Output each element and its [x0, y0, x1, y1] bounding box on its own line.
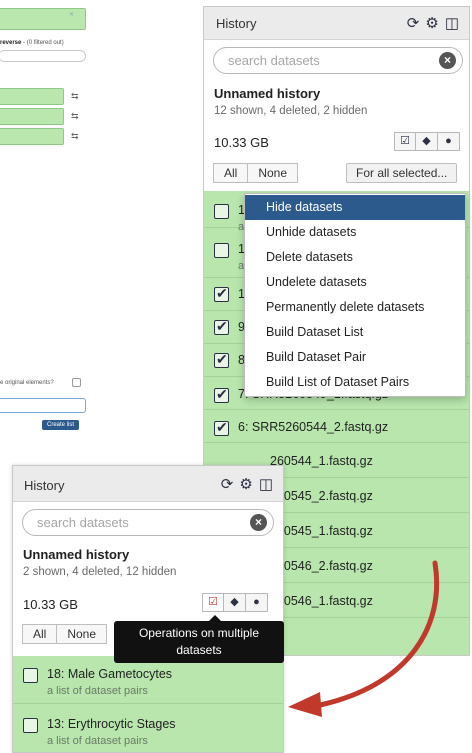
refresh-icon[interactable]: ⟳ — [221, 475, 234, 493]
header-icons: ⟳ ⚙ ◫ — [221, 475, 273, 493]
history-name[interactable]: Unnamed history — [23, 547, 129, 562]
panel-title: History — [216, 16, 257, 31]
row-checkbox[interactable] — [214, 351, 229, 368]
menu-item-undelete-datasets[interactable]: Undelete datasets — [245, 270, 465, 295]
list-item[interactable]: 18: Male Gametocytes a list of dataset p… — [13, 656, 283, 704]
row-checkbox[interactable] — [214, 204, 229, 219]
panel-header: History ⟳ ⚙ ◫ — [204, 7, 469, 40]
annotation-arrow — [288, 560, 440, 717]
comment-icon[interactable]: ● — [438, 132, 460, 151]
columns-icon[interactable]: ◫ — [259, 475, 273, 493]
menu-item-build-dataset-list[interactable]: Build Dataset List — [245, 320, 465, 345]
select-none-button[interactable]: None — [248, 163, 299, 183]
gear-icon[interactable]: ⚙ — [239, 475, 252, 493]
field-x-icon: ✕ — [69, 12, 75, 18]
refresh-icon[interactable]: ⟳ — [407, 14, 420, 32]
gear-icon[interactable]: ⚙ — [425, 14, 438, 32]
multi-ops-buttons: ☑ ◆ ● — [394, 132, 460, 151]
row-title[interactable]: 260545_1.fastq.gz — [270, 524, 373, 538]
row-checkbox[interactable] — [214, 243, 229, 258]
checkbox-icon[interactable]: ☑ — [202, 593, 224, 612]
row-title[interactable]: 13: Erythrocytic Stages — [47, 717, 176, 731]
tags-icon[interactable]: ◆ — [416, 132, 438, 151]
select-all-button[interactable]: All — [213, 163, 249, 183]
arrow-curve — [317, 560, 440, 708]
close-icon[interactable]: × — [439, 52, 456, 69]
comment-icon[interactable]: ● — [246, 593, 268, 612]
pair-field-1[interactable] — [0, 88, 64, 105]
row-checkbox[interactable] — [23, 718, 38, 733]
columns-icon[interactable]: ◫ — [445, 14, 459, 32]
close-icon[interactable]: × — [250, 514, 267, 531]
list-item[interactable]: 13: Erythrocytic Stages a list of datase… — [13, 704, 283, 752]
multi-ops-tooltip: Operations on multiple datasets — [114, 621, 284, 663]
for-all-selected-menu: Hide datasets Unhide datasets Delete dat… — [244, 193, 466, 397]
history-panel-bottom: History ⟳ ⚙ ◫ × Unnamed history 2 shown,… — [12, 465, 284, 753]
row-checkbox[interactable] — [214, 285, 229, 302]
link-icon[interactable]: ⇆ — [71, 111, 79, 122]
menu-item-build-list-of-pairs[interactable]: Build List of Dataset Pairs — [245, 370, 465, 395]
menu-item-permanently-delete[interactable]: Permanently delete datasets — [245, 295, 465, 320]
row-checkbox[interactable] — [214, 386, 229, 403]
row-checkbox[interactable] — [23, 668, 38, 683]
select-buttons: All None — [22, 624, 108, 644]
checkbox-icon[interactable]: ☑ — [394, 132, 416, 151]
header-icons: ⟳ ⚙ ◫ — [407, 14, 459, 32]
menu-item-delete-datasets[interactable]: Delete datasets — [245, 245, 465, 270]
list-item[interactable]: 6: SRR5260544_2.fastq.gz — [204, 410, 469, 443]
history-size: 10.33 GB — [214, 135, 269, 150]
pair-field-3[interactable] — [0, 128, 64, 145]
history-size: 10.33 GB — [23, 597, 78, 612]
select-all-button[interactable]: All — [22, 624, 58, 644]
dataset-list: 18: Male Gametocytes a list of dataset p… — [13, 656, 283, 752]
history-counts: 12 shown, 4 deleted, 2 hidden — [214, 105, 368, 117]
panel-header: History ⟳ ⚙ ◫ — [13, 466, 283, 502]
multi-ops-buttons: ☑ ◆ ● — [202, 593, 268, 612]
hide-original-checkbox[interactable] — [72, 378, 81, 387]
hide-original-question: e original elements? — [0, 380, 54, 386]
list-name-input[interactable] — [0, 398, 86, 413]
link-icon[interactable]: ⇆ — [71, 91, 79, 102]
create-list-button[interactable]: Create list — [42, 420, 80, 430]
menu-item-hide-datasets[interactable]: Hide datasets — [245, 195, 465, 220]
pair-field-2[interactable] — [0, 108, 64, 125]
row-title[interactable]: 260545_2.fastq.gz — [270, 489, 373, 503]
row-checkbox[interactable] — [214, 419, 229, 436]
history-counts: 2 shown, 4 deleted, 12 hidden — [23, 566, 177, 578]
row-title[interactable]: 6: SRR5260544_2.fastq.gz — [238, 420, 388, 434]
search-input[interactable] — [214, 48, 462, 73]
row-subtitle: a list of dataset pairs — [47, 735, 148, 747]
search-input[interactable] — [23, 510, 273, 535]
select-buttons: All None — [213, 163, 299, 183]
panel-title: History — [24, 478, 65, 493]
reverse-label: reverse - (0 filtered out) — [0, 40, 64, 46]
tags-icon[interactable]: ◆ — [224, 593, 246, 612]
reverse-filter-input[interactable] — [0, 50, 86, 62]
row-title[interactable]: 18: Male Gametocytes — [47, 667, 172, 681]
row-subtitle: a list of dataset pairs — [47, 685, 148, 697]
search-datasets[interactable]: × — [213, 47, 463, 74]
link-icon[interactable]: ⇆ — [71, 131, 79, 142]
row-title[interactable]: 260544_1.fastq.gz — [270, 454, 373, 468]
arrow-head — [288, 692, 322, 717]
menu-item-unhide-datasets[interactable]: Unhide datasets — [245, 220, 465, 245]
menu-item-build-dataset-pair[interactable]: Build Dataset Pair — [245, 345, 465, 370]
for-all-selected-button[interactable]: For all selected... — [346, 163, 458, 183]
search-datasets[interactable]: × — [22, 509, 274, 536]
history-name[interactable]: Unnamed history — [214, 86, 320, 101]
row-checkbox[interactable] — [214, 318, 229, 335]
select-none-button[interactable]: None — [57, 624, 108, 644]
